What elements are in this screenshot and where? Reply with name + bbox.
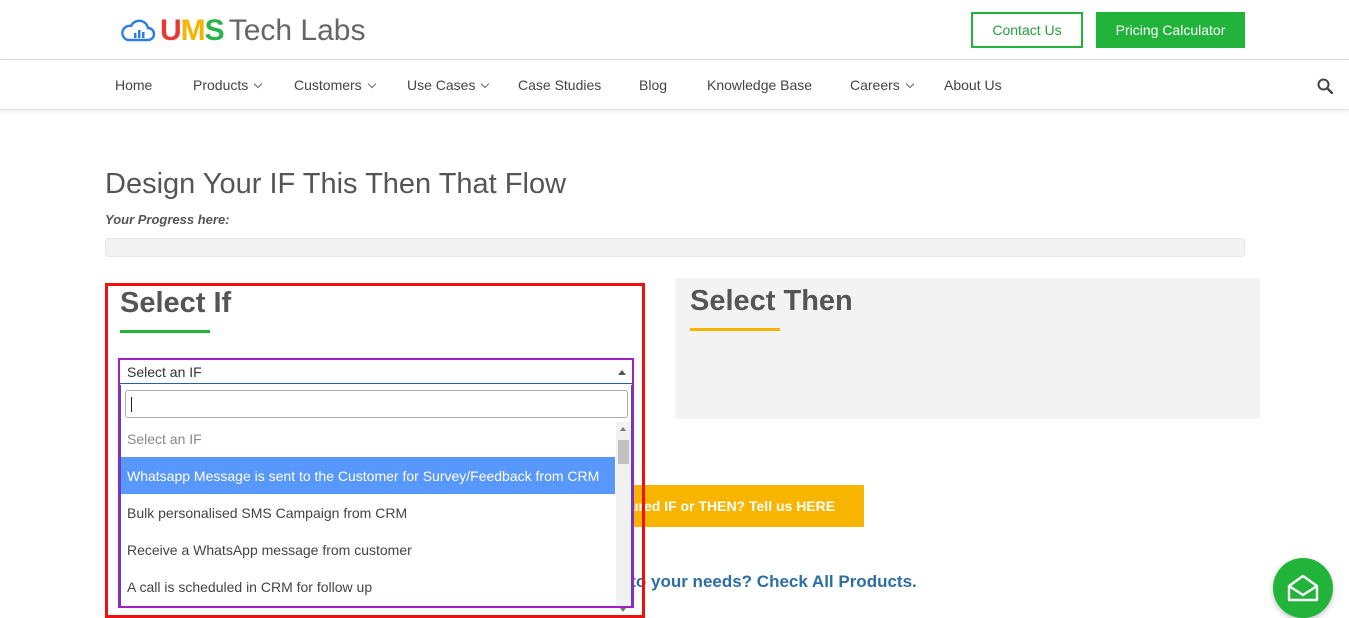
nav-label: Customers [294,77,362,93]
brand-logo[interactable]: UMS Tech Labs [120,14,365,48]
nav-label: Careers [850,77,900,93]
chevron-down-icon [481,79,490,89]
nav-label: Blog [639,77,668,93]
nav-label: Home [115,77,153,93]
search-icon[interactable] [1317,78,1333,94]
chevron-down-icon [254,79,263,89]
nav-item-about-us[interactable]: About Us [944,60,1002,110]
logo-tech-text: Tech Labs [228,14,366,47]
nav-item-knowledge-base[interactable]: Knowledge Base [707,60,812,110]
tell-us-text: ured IF or THEN? Tell us HERE [630,498,836,514]
nav-item-careers[interactable]: Careers [850,60,915,110]
nav-item-blog[interactable]: Blog [639,60,667,110]
message-fab-button[interactable] [1273,558,1333,618]
nav-label: About Us [944,77,1002,93]
envelope-icon [1287,574,1319,602]
nav-label: Use Cases [407,77,476,93]
nav-item-products[interactable]: Products [193,60,263,110]
nav-label: Products [193,77,249,93]
then-title-underline [690,328,780,331]
chevron-down-icon [905,79,915,89]
page-title: Design Your IF This Then That Flow [105,168,567,200]
contact-us-button[interactable]: Contact Us [971,12,1083,48]
progress-label: Your Progress here: [105,212,230,227]
select-then-title: Select Then [690,285,853,317]
if-title-underline [120,330,210,333]
progress-bar [105,238,1245,257]
nav-label: Case Studies [518,77,602,93]
nav-label: Knowledge Base [707,77,813,93]
nav-item-use-cases[interactable]: Use Cases [407,60,490,110]
scroll-down-arrow-icon[interactable] [620,608,626,612]
top-header: UMS Tech Labs Contact Us Pricing Calcula… [0,0,1349,60]
chevron-down-icon [367,79,376,89]
logo-ums-text: UMS [160,14,225,47]
select-highlight-outline [118,358,634,608]
select-if-title: Select If [120,287,232,319]
nav-item-case-studies[interactable]: Case Studies [518,60,601,110]
main-nav: Home Products Customers Use Cases Case S… [0,60,1349,110]
check-all-products-link[interactable]: ant to your needs? Check All Products. [600,572,917,592]
nav-item-customers[interactable]: Customers [294,60,376,110]
nav-item-home[interactable]: Home [115,60,152,110]
cloud-logo-icon [121,19,156,42]
pricing-calculator-button[interactable]: Pricing Calculator [1096,12,1245,48]
